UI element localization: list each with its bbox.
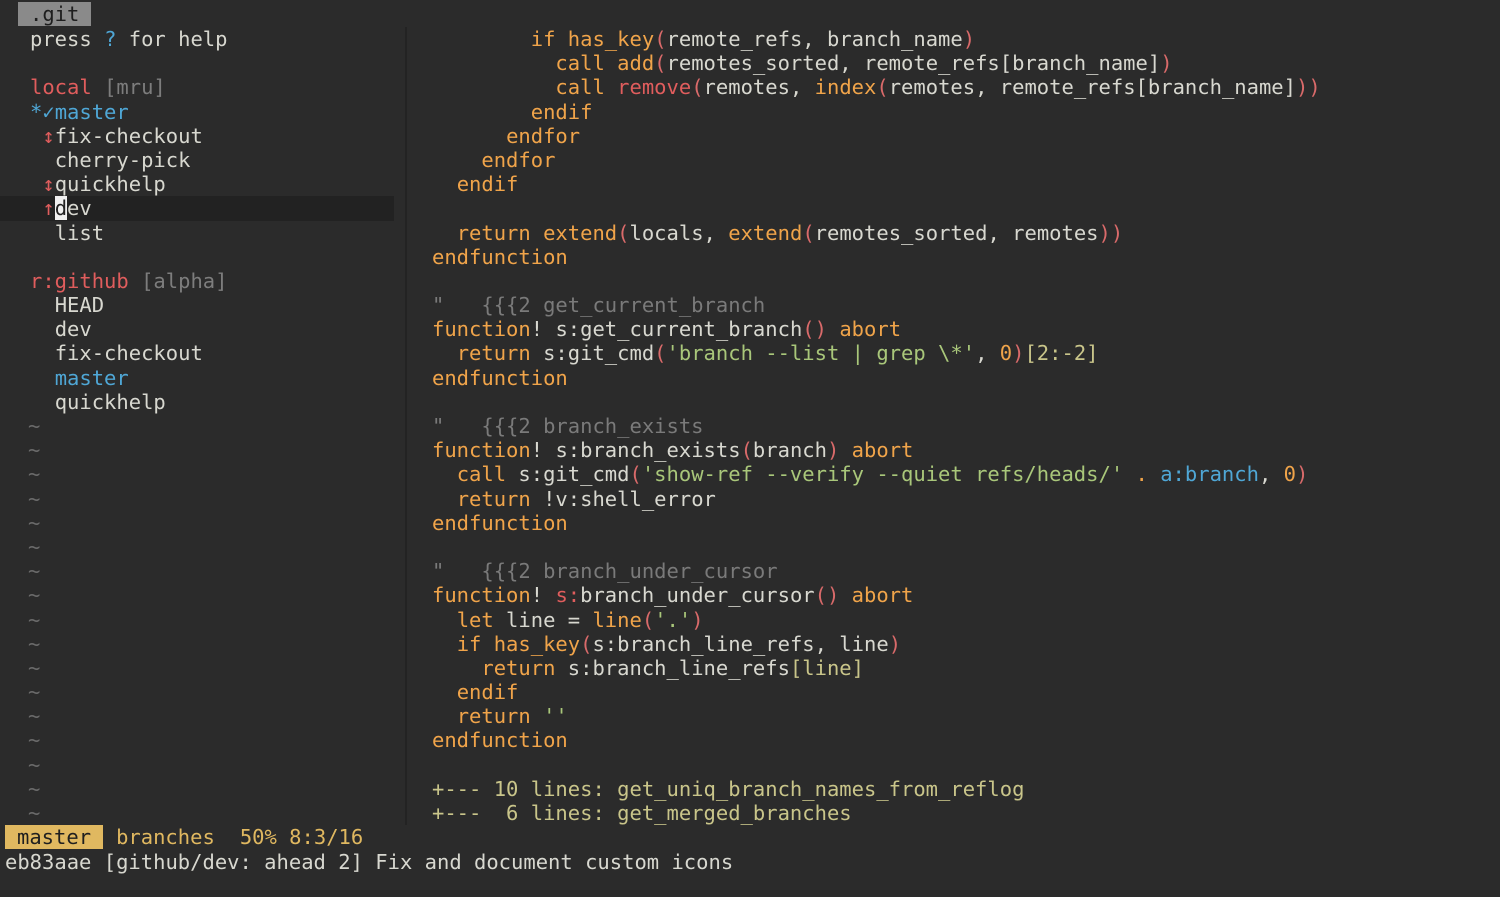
- updown-arrow-icon: ↕: [42, 172, 55, 197]
- remote-branch-head[interactable]: HEAD: [0, 293, 406, 317]
- tilde-line: ~: [28, 728, 41, 753]
- code-line: endfunction: [432, 365, 568, 390]
- code-line: return extend(locals, extend(remotes_sor…: [456, 220, 1124, 245]
- remote-branch-dev[interactable]: dev: [0, 317, 406, 341]
- code-line: endif: [456, 172, 519, 197]
- code-line: return '': [456, 704, 568, 729]
- remote-branch-master[interactable]: master: [0, 366, 406, 390]
- tilde-line: ~: [28, 438, 41, 463]
- branch-list[interactable]: list: [0, 221, 406, 245]
- code-line: call remove(remotes, index(remotes, remo…: [555, 75, 1321, 100]
- folded-lines[interactable]: +--- 6 lines: get_merged_branches: [407, 801, 1500, 825]
- remote-branch-quickhelp[interactable]: quickhelp: [0, 390, 406, 414]
- code-line: endif: [530, 99, 593, 124]
- remote-branch-fix-checkout[interactable]: fix-checkout: [0, 341, 406, 365]
- tabline: .git: [0, 0, 1500, 26]
- code-pane[interactable]: if has_key(remote_refs, branch_name) cal…: [407, 27, 1500, 825]
- tilde-line: ~: [28, 510, 41, 535]
- code-line: return s:git_cmd('branch --list | grep \…: [456, 341, 1099, 366]
- folded-lines[interactable]: +--- 10 lines: get_uniq_branch_names_fro…: [407, 777, 1500, 801]
- statusline: master branches 50% 8:3/16: [0, 825, 1500, 849]
- code-line: return !v:shell_error: [456, 486, 716, 511]
- tilde-line: ~: [28, 583, 41, 608]
- branches-pane[interactable]: press ? for help local [mru] *✓master ↕f…: [0, 27, 406, 825]
- remote-header: r:github [alpha]: [30, 268, 228, 293]
- code-line: function! s:get_current_branch() abort: [432, 317, 902, 342]
- fold-marker-comment: " {{{2 get_current_branch: [432, 293, 766, 318]
- tilde-line: ~: [28, 631, 41, 656]
- branch-dev-selected[interactable]: ↑dev: [0, 196, 394, 221]
- status-position: 50% 8:3/16: [239, 825, 364, 849]
- tilde-line: ~: [28, 607, 41, 632]
- branch-fix-checkout[interactable]: ↕fix-checkout: [0, 124, 406, 148]
- tilde-line: ~: [28, 776, 41, 801]
- code-line: if has_key(remote_refs, branch_name): [530, 27, 976, 51]
- branch-quickhelp[interactable]: ↕quickhelp: [0, 172, 406, 196]
- tilde-line: ~: [28, 680, 41, 705]
- tilde-line: ~: [28, 414, 41, 438]
- fold-marker-comment: " {{{2 branch_exists: [432, 414, 704, 438]
- fold-marker-comment: " {{{2 branch_under_cursor: [432, 559, 778, 584]
- code-line: if has_key(s:branch_line_refs, line): [456, 631, 902, 656]
- tilde-line: ~: [28, 534, 41, 559]
- code-line: call s:git_cmd('show-ref --verify --quie…: [456, 462, 1309, 487]
- tab-git[interactable]: .git: [18, 2, 92, 26]
- code-line: endfunction: [432, 244, 568, 269]
- status-buffer-name: branches: [116, 825, 215, 849]
- command-line-message: eb83aae [github/dev: ahead 2] Fix and do…: [5, 850, 734, 874]
- current-checked-icon: *✓: [30, 99, 55, 124]
- updown-arrow-icon: ↕: [42, 123, 55, 148]
- code-line: endfunction: [432, 510, 568, 535]
- code-line: function! s:branch_exists(branch) abort: [432, 438, 914, 463]
- up-arrow-icon: ↑: [42, 196, 55, 221]
- help-key[interactable]: ?: [104, 27, 116, 51]
- branch-cherry-pick[interactable]: cherry-pick: [0, 148, 406, 172]
- empty-lines: ~ ~ ~ ~ ~ ~ ~ ~ ~ ~ ~ ~ ~ ~ ~ ~ ~: [0, 414, 406, 825]
- code-line: function! s:branch_under_cursor() abort: [432, 583, 914, 608]
- help-hint: press ? for help: [30, 27, 228, 51]
- code-line: endfor: [506, 123, 581, 148]
- code-line: endfor: [481, 147, 556, 172]
- tilde-line: ~: [28, 559, 41, 584]
- code-line: return s:branch_line_refs[line]: [481, 655, 864, 680]
- status-branch: master: [5, 825, 104, 849]
- tilde-line: ~: [28, 801, 41, 825]
- code-line: call add(remotes_sorted, remote_refs[bra…: [555, 51, 1173, 76]
- tilde-line: ~: [28, 752, 41, 777]
- local-header: local [mru]: [30, 75, 166, 100]
- code-line: endfunction: [432, 728, 568, 753]
- branch-master[interactable]: *✓master: [0, 100, 406, 124]
- text-cursor: d: [54, 196, 68, 221]
- tilde-line: ~: [28, 704, 41, 729]
- tilde-line: ~: [28, 655, 41, 680]
- code-line: let line = line('.'): [456, 607, 704, 632]
- tilde-line: ~: [28, 486, 41, 511]
- code-line: endif: [456, 680, 519, 705]
- tilde-line: ~: [28, 462, 41, 487]
